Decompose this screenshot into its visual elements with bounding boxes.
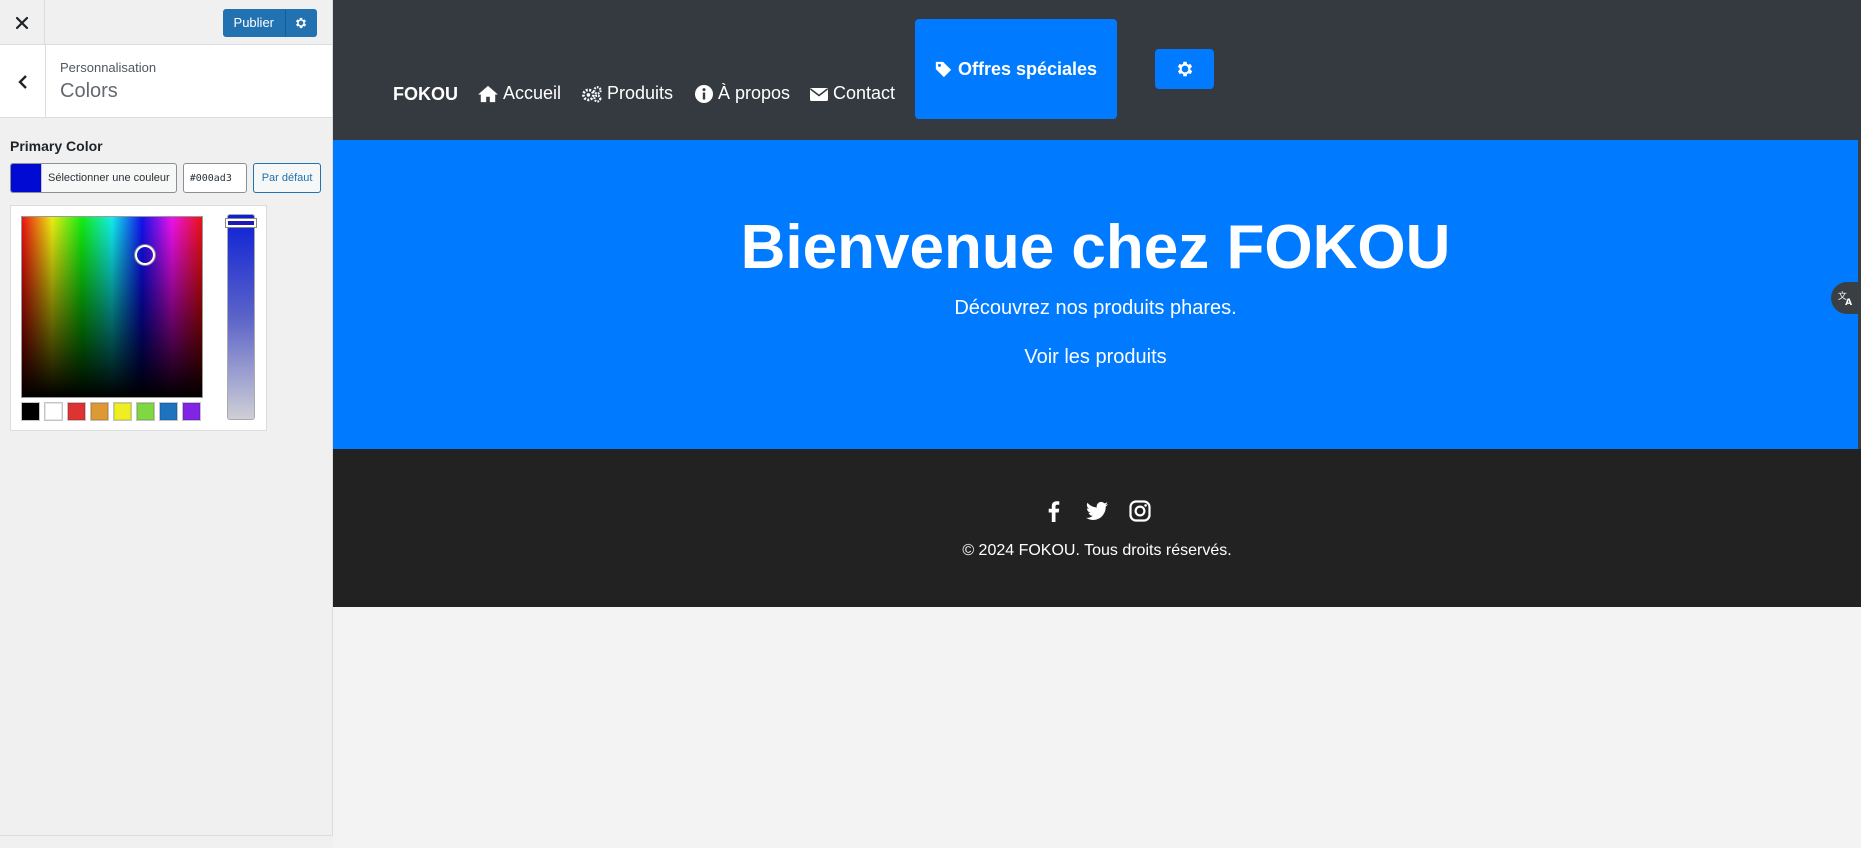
sidebar-footer (0, 835, 333, 848)
customizer-sidebar: Publier Personnalisation Colors Primary … (0, 0, 333, 848)
nav-link-contact[interactable]: Contact (809, 83, 895, 104)
palette-swatch-yellow[interactable] (113, 402, 132, 421)
color-spectrum[interactable] (21, 216, 203, 398)
back-button[interactable] (0, 45, 46, 118)
translate-icon: 文A (1838, 290, 1852, 307)
site-brand[interactable]: FOKOU (393, 84, 458, 105)
facebook-icon[interactable] (1042, 499, 1066, 523)
publish-settings-button[interactable] (285, 9, 317, 37)
close-icon (15, 16, 29, 29)
info-icon (695, 84, 713, 103)
color-palette (21, 402, 201, 421)
preview-empty-area (333, 607, 1861, 848)
saturation-slider[interactable] (226, 214, 256, 420)
close-customizer-button[interactable] (0, 0, 45, 45)
site-footer: © 2024 FOKOU. Tous droits réservés. (333, 449, 1861, 607)
palette-swatch-black[interactable] (21, 402, 40, 421)
nav-label: À propos (718, 83, 791, 103)
offres-speciales-button[interactable]: Offres spéciales (915, 19, 1117, 119)
spectrum-handle[interactable] (135, 245, 155, 265)
twitter-icon[interactable] (1084, 499, 1110, 523)
section-title: Colors (60, 80, 118, 102)
translate-button[interactable]: 文A (1831, 282, 1861, 314)
palette-swatch-orange[interactable] (90, 402, 109, 421)
instagram-icon[interactable] (1128, 499, 1152, 523)
home-icon (478, 85, 498, 102)
section-header: Personnalisation Colors (0, 45, 332, 118)
color-control-row: Sélectionner une couleur Par défaut (10, 163, 322, 193)
palette-swatch-white[interactable] (44, 402, 63, 421)
gear-icon (1177, 61, 1192, 77)
cogs-icon (582, 85, 602, 103)
nav-label: Produits (607, 83, 674, 103)
nav-link-a-propos[interactable]: À propos (694, 83, 790, 104)
color-picker (10, 205, 267, 431)
svg-text:A: A (1845, 298, 1852, 307)
select-color-button[interactable]: Sélectionner une couleur (10, 163, 177, 193)
publish-group: Publier (222, 9, 317, 37)
primary-color-label: Primary Color (10, 138, 103, 154)
social-links (333, 499, 1861, 523)
copyright-text: © 2024 FOKOU. Tous droits réservés. (962, 542, 1232, 559)
hex-color-input[interactable] (182, 163, 247, 193)
section-breadcrumb: Personnalisation (60, 60, 157, 75)
palette-swatch-green[interactable] (136, 402, 155, 421)
nav-label: Contact (833, 83, 896, 103)
palette-swatch-blue[interactable] (159, 402, 178, 421)
current-color-swatch (11, 164, 41, 192)
slider-handle[interactable] (226, 219, 256, 227)
nav-link-produits[interactable]: Produits (581, 83, 673, 104)
site-preview: FOKOU Accueil Produits À propos Contact … (333, 0, 1861, 848)
hero-section: Bienvenue chez FOKOU Découvrez nos produ… (333, 140, 1858, 449)
hero-subtitle: Découvrez nos produits phares. (954, 297, 1237, 319)
publish-button[interactable]: Publier (222, 9, 285, 37)
see-products-link[interactable]: Voir les produits (333, 346, 1858, 369)
customizer-header: Publier (0, 0, 332, 45)
hero-title: Bienvenue chez FOKOU (740, 213, 1451, 282)
shade-overlay (22, 217, 202, 397)
nav-link-accueil[interactable]: Accueil (477, 83, 561, 104)
site-navbar: FOKOU Accueil Produits À propos Contact … (333, 0, 1861, 140)
envelope-icon (810, 87, 828, 101)
palette-swatch-red[interactable] (67, 402, 86, 421)
gear-icon (295, 17, 307, 29)
theme-settings-button[interactable] (1155, 49, 1214, 89)
select-color-label: Sélectionner une couleur (41, 164, 176, 192)
palette-swatch-purple[interactable] (182, 402, 201, 421)
tag-icon (935, 61, 952, 77)
default-color-button[interactable]: Par défaut (252, 163, 322, 193)
nav-label: Accueil (503, 83, 562, 103)
offres-label: Offres spéciales (957, 58, 1098, 79)
chevron-left-icon (17, 74, 27, 89)
